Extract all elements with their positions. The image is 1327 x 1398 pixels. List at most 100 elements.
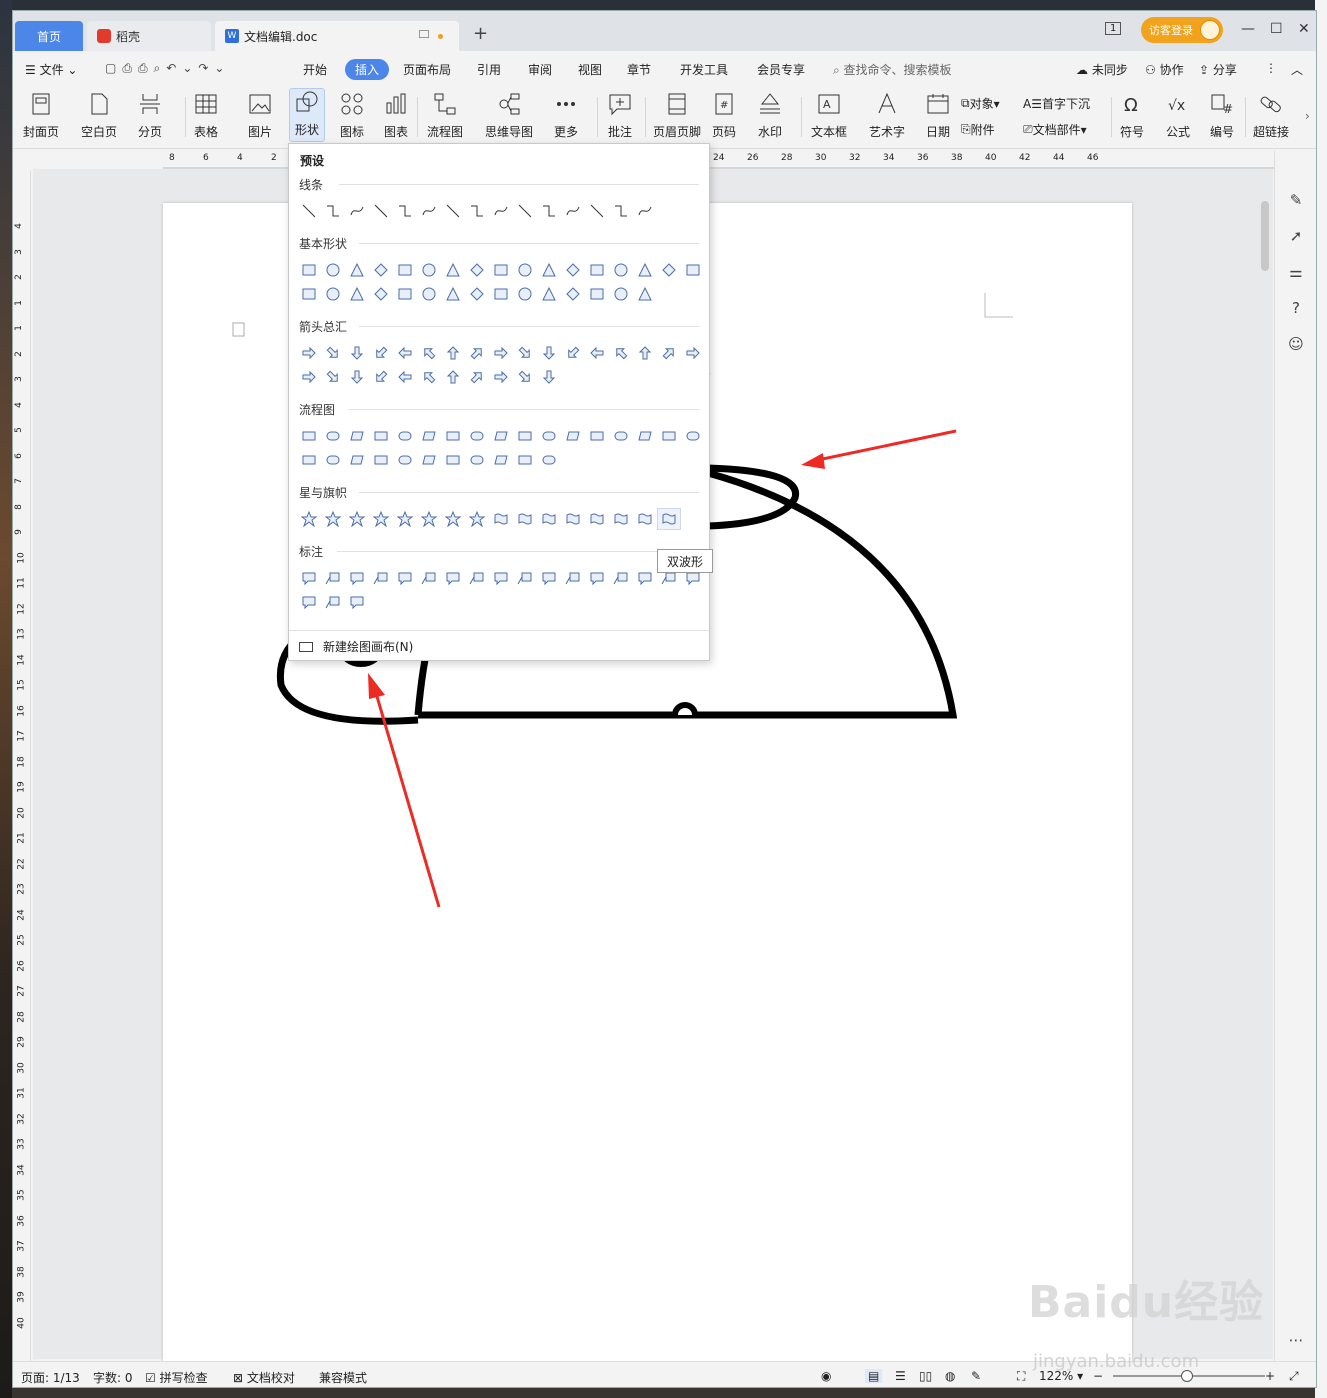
line-shape[interactable] (489, 200, 513, 222)
menu-view[interactable]: 视图 (578, 61, 602, 78)
arrow-shape[interactable] (345, 366, 369, 388)
arrow-shape[interactable] (513, 366, 537, 388)
mindmap-button[interactable]: 思维导图 (485, 91, 533, 140)
arrow-shape[interactable] (393, 366, 417, 388)
page-view-icon[interactable]: ▤ (865, 1369, 883, 1383)
sync-button[interactable]: ☁ 未同步 (1076, 61, 1128, 78)
eye-protect-icon[interactable]: ◉ (821, 1369, 831, 1383)
watermark-button[interactable]: 水印 (757, 91, 783, 140)
callout-shape[interactable] (393, 567, 417, 589)
arrow-shape[interactable] (585, 342, 609, 364)
command-search[interactable]: ⌕ 查找命令、搜索模板 (833, 61, 952, 78)
zoom-in-icon[interactable]: + (1265, 1369, 1275, 1383)
arrow-shape[interactable] (489, 342, 513, 364)
minimize-icon[interactable]: — (1241, 21, 1255, 37)
line-shape[interactable] (417, 200, 441, 222)
tab-home[interactable]: 首页 (15, 21, 83, 51)
ribbon-scroll-right-icon[interactable]: › (1305, 109, 1310, 123)
picture-button[interactable]: 图片 (247, 91, 273, 140)
flowchart-shape[interactable] (321, 425, 345, 447)
callout-shape[interactable] (537, 567, 561, 589)
object-button[interactable]: ⧉ 对象 ▾ (961, 95, 1000, 112)
blank-page-button[interactable]: 空白页 (81, 91, 117, 140)
header-footer-button[interactable]: 页眉页脚 (653, 91, 701, 140)
help-icon[interactable]: ? (1286, 299, 1306, 319)
basic-shape[interactable] (657, 259, 681, 281)
menu-insert[interactable]: 插入 (345, 59, 390, 80)
chart-button[interactable]: 图表 (383, 91, 409, 140)
arrow-shape[interactable] (345, 342, 369, 364)
callout-shape[interactable] (321, 567, 345, 589)
arrow-shape[interactable] (441, 366, 465, 388)
flowchart-shape[interactable] (681, 425, 705, 447)
line-shape[interactable] (345, 200, 369, 222)
symbol-button[interactable]: Ω 符号 (1119, 91, 1145, 140)
line-shape[interactable] (561, 200, 585, 222)
arrow-shape[interactable] (537, 342, 561, 364)
outline-view-icon[interactable]: ☰ (895, 1369, 906, 1383)
page-count-badge[interactable]: 1 (1105, 22, 1122, 35)
line-shape[interactable] (633, 200, 657, 222)
flowchart-shape[interactable] (441, 449, 465, 471)
arrow-shape[interactable] (537, 366, 561, 388)
pen-icon[interactable]: ✎ (1286, 191, 1306, 211)
icon-button[interactable]: 图标 (339, 91, 365, 140)
menu-member[interactable]: 会员专享 (757, 61, 805, 78)
flowchart-shape[interactable] (393, 449, 417, 471)
guest-login-button[interactable]: 访客登录 (1141, 17, 1223, 43)
fit-page-icon[interactable]: ⛶ (1017, 1369, 1025, 1384)
arrow-shape[interactable] (393, 342, 417, 364)
star-banner-shape[interactable] (585, 508, 609, 530)
star-banner-shape[interactable] (321, 508, 345, 530)
sidebar-more-icon[interactable]: ⋯ (1286, 1331, 1306, 1351)
basic-shape[interactable] (537, 259, 561, 281)
arrow-shape[interactable] (441, 342, 465, 364)
callout-shape[interactable] (561, 567, 585, 589)
spellcheck-button[interactable]: ☑ 拼写检查 (145, 1369, 208, 1386)
basic-shape[interactable] (633, 283, 657, 305)
basic-shape[interactable] (561, 259, 585, 281)
flowchart-shape[interactable] (513, 449, 537, 471)
flowchart-shape[interactable] (537, 425, 561, 447)
star-banner-shape[interactable] (297, 508, 321, 530)
arrow-shape[interactable] (465, 342, 489, 364)
basic-shape[interactable] (465, 283, 489, 305)
flowchart-shape[interactable] (369, 425, 393, 447)
callout-shape[interactable] (441, 567, 465, 589)
page-indicator[interactable]: 页面: 1/13 (21, 1369, 80, 1386)
callout-shape[interactable] (297, 591, 321, 613)
vertical-scrollbar[interactable] (1260, 171, 1270, 1361)
basic-shape[interactable] (561, 283, 585, 305)
star-banner-shape[interactable] (441, 508, 465, 530)
basic-shape[interactable] (393, 283, 417, 305)
arrow-shape[interactable] (513, 342, 537, 364)
line-shape[interactable] (609, 200, 633, 222)
dropcap-button[interactable]: A☰ 首字下沉 (1023, 95, 1090, 112)
maximize-icon[interactable]: ☐ (1270, 21, 1283, 37)
more-button[interactable]: 更多 (553, 91, 579, 140)
arrow-shape[interactable] (465, 366, 489, 388)
doc-parts-button[interactable]: ⎚ 文档部件 ▾ (1023, 121, 1087, 138)
flowchart-shape[interactable] (465, 425, 489, 447)
arrow-shape[interactable] (297, 342, 321, 364)
flowchart-shape[interactable] (345, 425, 369, 447)
word-count[interactable]: 字数: 0 (93, 1369, 133, 1386)
arrow-shape[interactable] (321, 366, 345, 388)
flowchart-shape[interactable] (417, 449, 441, 471)
callout-shape[interactable] (465, 567, 489, 589)
callout-shape[interactable] (513, 567, 537, 589)
attachment-button[interactable]: ⎘ 附件 (961, 121, 995, 138)
collapse-ribbon-icon[interactable]: ︿ (1291, 61, 1303, 78)
new-tab-button[interactable]: + (473, 23, 488, 44)
basic-shape[interactable] (609, 259, 633, 281)
wordart-button[interactable]: 艺术字 (869, 91, 905, 140)
flowchart-shape[interactable] (297, 425, 321, 447)
basic-shape[interactable] (345, 283, 369, 305)
vertical-ruler[interactable]: 4 3 2 1 1 2 3 4 5 6 7 8 9 10 11 12 13 14 15 16 17 18 19 20 21 22 2… (13, 171, 31, 1371)
flowchart-shape[interactable] (657, 425, 681, 447)
menu-chapter[interactable]: 章节 (627, 61, 651, 78)
line-shape[interactable] (369, 200, 393, 222)
flowchart-shape[interactable] (369, 449, 393, 471)
star-banner-shape[interactable] (417, 508, 441, 530)
flowchart-shape[interactable] (441, 425, 465, 447)
